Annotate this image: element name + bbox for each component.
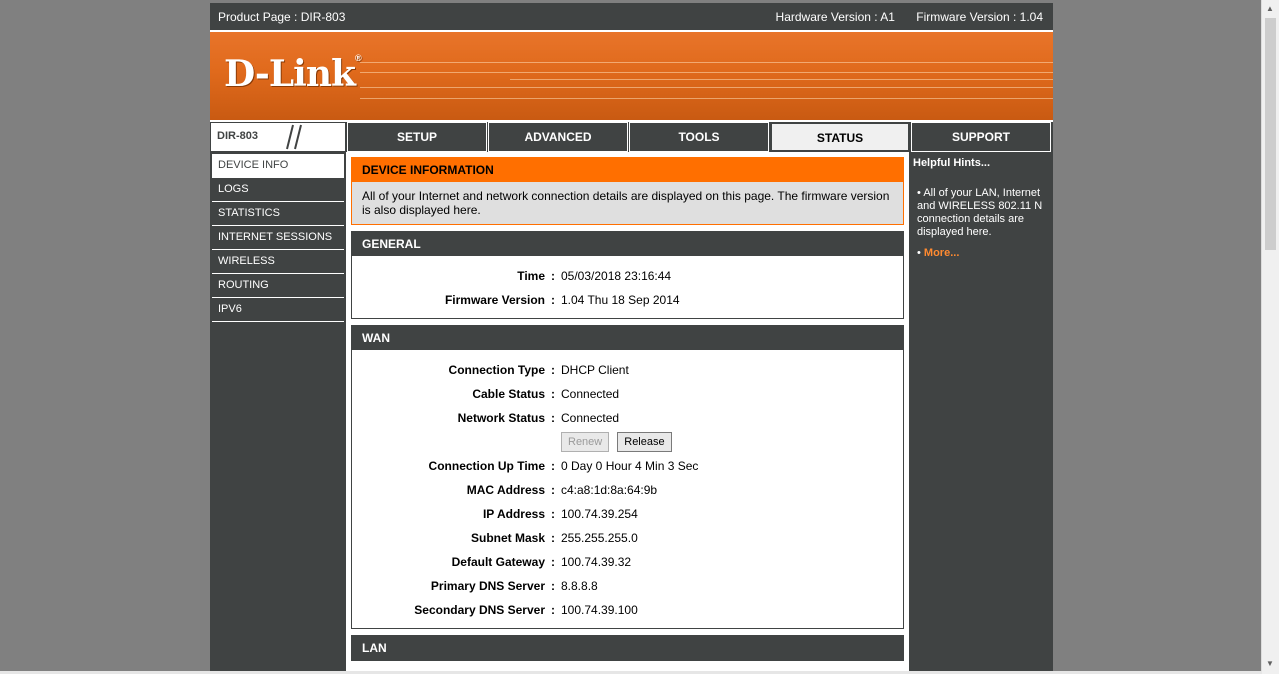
general-title: GENERAL xyxy=(352,232,903,256)
main-content: DEVICE INFORMATION All of your Internet … xyxy=(346,152,909,674)
sidebar-item-statistics[interactable]: STATISTICS xyxy=(212,202,344,226)
hardware-version: Hardware Version : A1 xyxy=(775,10,895,24)
general-section: GENERAL Time: 05/03/2018 23:16:44 Firmwa… xyxy=(351,231,904,319)
info-row: Subnet Mask: 255.255.255.0 xyxy=(470,531,638,545)
release-button[interactable]: Release xyxy=(617,432,672,452)
model-label: DIR-803 xyxy=(210,122,346,152)
info-row: Primary DNS Server: 8.8.8.8 xyxy=(430,579,598,593)
dlink-logo: D-Link® xyxy=(224,53,362,95)
device-information-title: DEVICE INFORMATION xyxy=(352,158,903,182)
sidebar-item-routing[interactable]: ROUTING xyxy=(212,274,344,298)
hint-text: All of your LAN, Internet and WIRELESS 8… xyxy=(917,187,1048,239)
wan-title: WAN xyxy=(352,326,903,350)
info-row: Connection Type: DHCP Client xyxy=(448,363,629,377)
time-value: 05/03/2018 23:16:44 xyxy=(561,269,672,283)
info-row: Default Gateway: 100.74.39.32 xyxy=(451,555,632,569)
product-page-label: Product Page : DIR-803 xyxy=(218,10,346,24)
info-row: Cable Status: Connected xyxy=(472,387,620,401)
sidebar: DEVICE INFO LOGS STATISTICS INTERNET SES… xyxy=(210,152,346,674)
hints-title: Helpful Hints... xyxy=(913,157,990,169)
slash-decoration-icon xyxy=(286,124,302,150)
sidebar-item-device-info[interactable]: DEVICE INFO xyxy=(212,154,344,178)
firmware-version-value: 1.04 Thu 18 Sep 2014 xyxy=(561,293,680,307)
sidebar-item-ipv6[interactable]: IPV6 xyxy=(212,298,344,322)
info-row: Connection Up Time: 0 Day 0 Hour 4 Min 3… xyxy=(428,459,699,473)
vertical-scrollbar[interactable]: ▲ ▼ xyxy=(1261,0,1279,674)
lan-title: LAN xyxy=(352,636,903,660)
main-nav: DIR-803 SETUP ADVANCED TOOLS STATUS SUPP… xyxy=(210,122,1053,152)
tab-tools[interactable]: TOOLS xyxy=(629,122,769,152)
firmware-version: Firmware Version : 1.04 xyxy=(916,10,1043,24)
tab-support[interactable]: SUPPORT xyxy=(911,122,1051,152)
wan-section: WAN Connection Type: DHCP Client Cable S… xyxy=(351,325,904,629)
top-bar: Product Page : DIR-803 Hardware Version … xyxy=(210,3,1053,31)
renew-button[interactable]: Renew xyxy=(561,432,610,452)
brand-banner: D-Link® xyxy=(210,31,1053,122)
scroll-up-icon[interactable]: ▲ xyxy=(1266,4,1274,13)
device-information-box: DEVICE INFORMATION All of your Internet … xyxy=(351,157,904,225)
sidebar-item-wireless[interactable]: WIRELESS xyxy=(212,250,344,274)
info-row: Network Status: Connected xyxy=(457,411,620,425)
helpful-hints: Helpful Hints... All of your LAN, Intern… xyxy=(909,152,1052,674)
tab-status[interactable]: STATUS xyxy=(770,122,910,152)
version-info: Hardware Version : A1 Firmware Version :… xyxy=(758,10,1043,24)
info-row: Secondary DNS Server: 100.74.39.100 xyxy=(414,603,638,617)
info-row: Firmware Version: 1.04 Thu 18 Sep 2014 xyxy=(352,288,903,312)
info-row: MAC Address: c4:a8:1d:8a:64:9b xyxy=(466,483,658,497)
router-page: Product Page : DIR-803 Hardware Version … xyxy=(210,3,1053,674)
info-row: IP Address: 100.74.39.254 xyxy=(482,507,638,521)
more-link[interactable]: More... xyxy=(924,247,959,259)
sidebar-item-logs[interactable]: LOGS xyxy=(212,178,344,202)
dhcp-buttons: Renew Release xyxy=(352,430,903,454)
lan-section: LAN xyxy=(351,635,904,661)
tab-advanced[interactable]: ADVANCED xyxy=(488,122,628,152)
device-information-text: All of your Internet and network connect… xyxy=(352,182,903,224)
sidebar-item-internet-sessions[interactable]: INTERNET SESSIONS xyxy=(212,226,344,250)
scroll-down-icon[interactable]: ▼ xyxy=(1266,659,1274,668)
tab-setup[interactable]: SETUP xyxy=(347,122,487,152)
info-row: Time: 05/03/2018 23:16:44 xyxy=(352,264,903,288)
scrollbar-thumb[interactable] xyxy=(1265,18,1276,250)
